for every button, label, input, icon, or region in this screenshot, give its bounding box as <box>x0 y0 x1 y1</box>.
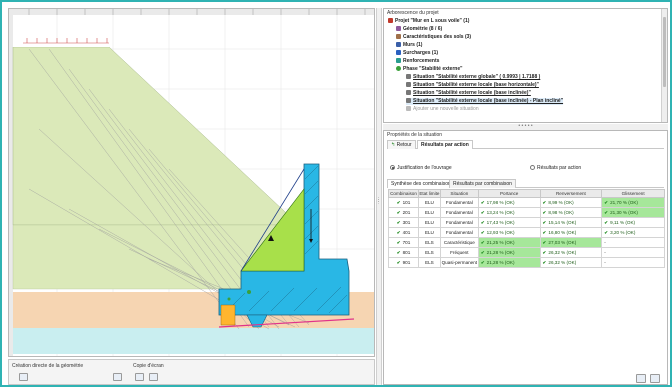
top-ruler <box>9 9 374 15</box>
check-icon: ✔ <box>604 199 609 205</box>
geometry-drawing <box>9 9 374 356</box>
situation-properties: Propriétés de la situation ↰ Retour Résu… <box>383 130 668 385</box>
export-button[interactable] <box>636 374 646 383</box>
app-window: Création directe de la géométrie Copie d… <box>0 0 672 387</box>
col-combinaison[interactable]: Combinaison <box>388 189 419 198</box>
reinforcement-icon <box>396 58 401 63</box>
check-icon: ✔ <box>480 249 485 255</box>
tab-results-by-action[interactable]: Résultats par action <box>417 140 473 149</box>
check-icon: ✔ <box>604 219 609 225</box>
check-icon: ✔ <box>396 219 401 225</box>
check-icon: ✔ <box>542 249 547 255</box>
situation-icon <box>406 74 411 79</box>
tree-item-loads[interactable]: Surcharges (1) <box>396 50 438 57</box>
project-tree: Arborescence du projet Projet "Mur en L … <box>383 8 668 123</box>
check-icon: ✔ <box>542 219 547 225</box>
check-icon: ✔ <box>542 199 547 205</box>
right-panel: Arborescence du projet Projet "Mur en L … <box>383 8 668 385</box>
check-icon: ✔ <box>542 239 547 245</box>
edit-tool-button[interactable] <box>113 373 122 381</box>
situation-icon <box>406 82 411 87</box>
check-icon: ✔ <box>480 229 485 235</box>
check-icon: ✔ <box>542 229 547 235</box>
tree-item-soils[interactable]: Caractéristiques des sols (3) <box>396 34 471 41</box>
tree-scrollbar[interactable] <box>661 9 667 122</box>
tree-item-add-situation[interactable]: Ajouter une nouvelle situation <box>406 106 479 113</box>
tree-item-situation-global[interactable]: Situation "Stabilité externe globale" ( … <box>406 74 540 81</box>
tree-item-phase[interactable]: Phase "Stabilité externe" <box>396 66 463 73</box>
radio-icon <box>530 165 535 170</box>
check-icon: ✔ <box>396 259 401 265</box>
geometry-toolbar: Création directe de la géométrie Copie d… <box>8 359 375 385</box>
surcharge-load <box>23 38 109 44</box>
geometry-canvas[interactable] <box>8 8 375 357</box>
check-icon: ✔ <box>480 259 485 265</box>
add-icon <box>406 106 411 111</box>
radio-results[interactable]: Résultats par action <box>530 165 581 171</box>
table-row[interactable]: ✔ 901 ELS Quasi-permanent ✔ 21,28 % (OK) ✔… <box>388 257 665 268</box>
table-row[interactable]: ✔ 201 ELU Fondamental ✔ 13,24 % (OK) ✔ 8,98… <box>388 207 665 218</box>
table-row[interactable]: ✔ 701 ELS Caractéristique ✔ 21,25 % (OK) ✔… <box>388 237 665 248</box>
check-icon: ✔ <box>396 229 401 235</box>
col-renversement[interactable]: Renversement <box>539 189 603 198</box>
left-ruler <box>9 15 13 356</box>
tree-item-walls[interactable]: Murs (1) <box>396 42 422 49</box>
check-icon: ✔ <box>396 199 401 205</box>
copy-screen-alt-button[interactable] <box>149 373 158 381</box>
col-glissement[interactable]: Glissement <box>601 189 665 198</box>
table-row[interactable]: ✔ 301 ELU Fondamental ✔ 17,43 % (OK) ✔ 15,1… <box>388 217 665 228</box>
lower-soil-layer <box>13 328 374 354</box>
check-icon: ✔ <box>604 229 609 235</box>
col-situation[interactable]: Situation <box>439 189 479 198</box>
splitter-grip-icon: ::: <box>378 196 380 206</box>
radio-justification[interactable]: Justification de l'ouvrage <box>390 165 452 171</box>
geometry-tool-button[interactable] <box>19 373 28 381</box>
tree-item-geometry[interactable]: Géométrie (8 / 6) <box>396 26 442 33</box>
result-subtabs: Synthèse des combinaisons Résultats par … <box>387 179 664 188</box>
copy-screen-button[interactable] <box>135 373 144 381</box>
phase-icon <box>396 66 401 71</box>
tree-item-project[interactable]: Projet "Mur en L sous voile" (1) <box>388 18 469 25</box>
check-icon: ✔ <box>396 249 401 255</box>
situation-icon <box>406 98 411 103</box>
tree-item-situation-horizontal[interactable]: Situation "Stabilité externe locale (bas… <box>406 82 539 89</box>
check-icon: ✔ <box>542 259 547 265</box>
tree-item-situation-inclined-plane[interactable]: Situation "Stabilité externe locale (bas… <box>406 98 564 105</box>
table-header-row: Combinaison Etat limite Situation Portan… <box>388 189 665 198</box>
check-icon: ✔ <box>480 239 485 245</box>
check-icon: ✔ <box>396 239 401 245</box>
back-button[interactable]: ↰ Retour <box>387 140 416 149</box>
load-icon <box>396 50 401 55</box>
geometry-label: Création directe de la géométrie <box>12 363 84 369</box>
col-etat-limite[interactable]: Etat limite <box>417 189 441 198</box>
check-icon: ✔ <box>604 209 609 215</box>
props-tabbar: ↰ Retour Résultats par action <box>387 139 664 149</box>
table-row[interactable]: ✔ 101 ELU Fondamental ✔ 17,98 % (OK) ✔ 8,99… <box>388 197 665 208</box>
print-button[interactable] <box>650 374 660 383</box>
tab-synthese[interactable]: Synthèse des combinaisons <box>387 179 458 188</box>
check-icon: ✔ <box>480 219 485 225</box>
table-row[interactable]: ✔ 401 ELU Fondamental ✔ 12,93 % (OK) ✔ 16,8… <box>388 227 665 238</box>
table-row[interactable]: ✔ 801 ELS Fréquent ✔ 21,28 % (OK) ✔ 26,32 %… <box>388 247 665 258</box>
tree-item-situation-inclined[interactable]: Situation "Stabilité externe locale (bas… <box>406 90 531 97</box>
soil-icon <box>396 34 401 39</box>
col-portance[interactable]: Portance <box>477 189 541 198</box>
upper-soil-layer <box>12 46 300 226</box>
check-icon: ✔ <box>480 209 485 215</box>
props-title: Propriétés de la situation <box>387 132 443 138</box>
situation-icon <box>406 90 411 95</box>
results-table: Combinaison Etat limite Situation Portan… <box>388 189 665 268</box>
check-icon: ✔ <box>396 209 401 215</box>
project-icon <box>388 18 393 23</box>
radio-icon <box>390 165 395 170</box>
vertical-splitter[interactable]: ::: <box>376 8 382 385</box>
check-icon: ✔ <box>542 209 547 215</box>
check-icon: ✔ <box>480 199 485 205</box>
tree-title: Arborescence du projet <box>387 10 439 16</box>
tree-item-reinforcements[interactable]: Renforcements <box>396 58 439 65</box>
copy-label: Copie d'écran <box>133 363 164 369</box>
wall-icon <box>396 42 401 47</box>
tab-results-combination[interactable]: Résultats par combinaison <box>449 179 516 188</box>
geometry-icon <box>396 26 401 31</box>
